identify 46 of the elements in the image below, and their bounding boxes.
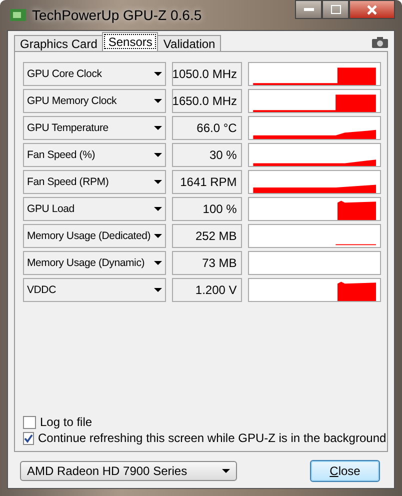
minimize-button[interactable] (295, 0, 322, 19)
minimize-icon (304, 8, 314, 12)
dropdown-arrow-icon (154, 234, 162, 238)
dropdown-arrow-icon (154, 153, 162, 157)
sensor-value: 1650.0 MHz (172, 89, 242, 113)
sensor-value: 252 MB (172, 224, 242, 248)
close-icon (367, 4, 377, 14)
graphics-card-icon (10, 8, 26, 22)
sensor-value: 30 % (172, 143, 242, 167)
tab[interactable]: Validation (157, 35, 222, 51)
sensor-value: 73 MB (172, 251, 242, 275)
checkbox[interactable] (23, 432, 34, 444)
sensor-dropdown[interactable]: GPU Core Clock (23, 62, 166, 86)
sensor-value: 1641 RPM (172, 170, 242, 194)
sensor-value: 1050.0 MHz (172, 62, 242, 86)
close-button[interactable] (349, 0, 395, 19)
close-button[interactable]: Close (310, 460, 380, 482)
sensor-dropdown[interactable]: GPU Load (23, 197, 166, 221)
dropdown-arrow-icon (154, 99, 162, 103)
option-label: Log to file (40, 415, 92, 429)
maximize-button[interactable] (322, 0, 349, 19)
dropdown-arrow-icon (154, 207, 162, 211)
tab[interactable]: Graphics Card (14, 35, 104, 51)
camera-icon[interactable] (372, 37, 388, 48)
device-dropdown[interactable]: AMD Radeon HD 7900 Series (20, 461, 237, 481)
sensor-dropdown[interactable]: GPU Temperature (23, 116, 166, 140)
dropdown-arrow-icon (154, 180, 162, 184)
tab[interactable]: Sensors (102, 32, 158, 51)
dropdown-arrow-icon (222, 469, 230, 473)
sensor-dropdown[interactable]: Fan Speed (RPM) (23, 170, 166, 194)
sensor-value: 66.0 °C (172, 116, 242, 140)
window-title: TechPowerUp GPU-Z 0.6.5 (32, 7, 202, 23)
sensor-dropdown[interactable]: Memory Usage (Dynamic) (23, 251, 166, 275)
sensor-dropdown[interactable]: Memory Usage (Dedicated) (23, 224, 166, 248)
maximize-icon (330, 5, 340, 14)
dropdown-arrow-icon (154, 288, 162, 292)
sensor-value: 1.200 V (172, 278, 242, 302)
option-label: Continue refreshing this screen while GPU-Z is in the background (38, 431, 386, 445)
sensor-dropdown[interactable]: Fan Speed (%) (23, 143, 166, 167)
dropdown-arrow-icon (154, 72, 162, 76)
sensor-dropdown[interactable]: GPU Memory Clock (23, 89, 166, 113)
dropdown-arrow-icon (154, 126, 162, 130)
checkbox[interactable] (23, 416, 36, 428)
dropdown-arrow-icon (154, 261, 162, 265)
sensor-value: 100 % (172, 197, 242, 221)
sensor-dropdown[interactable]: VDDC (23, 278, 166, 302)
